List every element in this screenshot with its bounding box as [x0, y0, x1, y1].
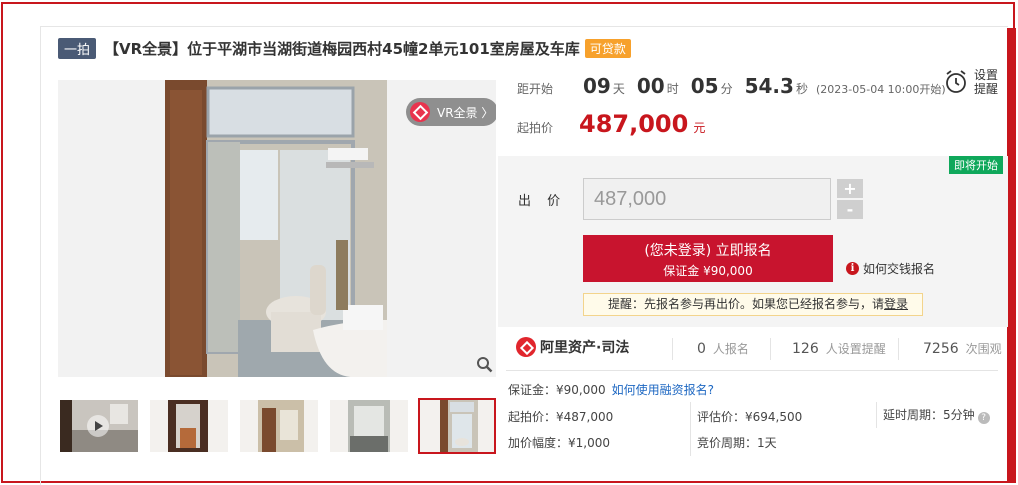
stats-divider: [672, 338, 673, 360]
view-count-number: 7256: [923, 341, 959, 357]
deposit-amount: 保证金：¥90,000: [508, 383, 606, 397]
reminder-count-label: 人设置提醒: [825, 342, 886, 356]
start-price-row: 起拍价 487,000 元: [517, 110, 705, 138]
view-count: 7256 次围观: [923, 340, 1002, 357]
reminder-text: 提醒：先报名参与再出价。如果您已经报名参与，请: [608, 297, 885, 311]
countdown-days: 09: [583, 74, 611, 98]
auction-round-tag: 一拍: [58, 37, 97, 59]
how-to-pay-link[interactable]: i 如何交钱报名: [846, 260, 935, 277]
auction-title: 【VR全景】位于平湖市当湖街道梅园西村45幢2单元101室房屋及车库: [104, 39, 580, 58]
countdown-seconds: 54.3: [744, 74, 794, 98]
magnifier-icon[interactable]: [476, 356, 493, 377]
signup-count: 0 人报名: [697, 340, 749, 357]
alarm-clock-icon: [946, 70, 966, 93]
delay-period-text: 延时周期：5分钟: [883, 408, 975, 422]
countdown-days-unit: 天: [612, 82, 625, 96]
thumbnail-2[interactable]: [150, 400, 228, 452]
ali-logo-icon: [516, 337, 536, 357]
start-price-value: 487,000: [579, 110, 689, 138]
register-deposit-label: 保证金 ¥90,000: [663, 264, 753, 278]
signup-count-label: 人报名: [712, 342, 749, 356]
reminder-count-number: 126: [792, 341, 819, 357]
countdown-hours-unit: 时: [666, 82, 679, 96]
auction-start-time: (2023-05-04 10:00开始): [815, 83, 946, 96]
reminder-label-line2: 提醒: [974, 82, 999, 96]
countdown-hours: 00: [636, 74, 665, 98]
stats-divider: [770, 338, 771, 360]
start-price-unit: 元: [693, 121, 706, 135]
detail-bid-increment: 加价幅度：¥1,000: [508, 436, 610, 450]
auction-title-row: 一拍 【VR全景】位于平湖市当湖街道梅园西村45幢2单元101室房屋及车库 可贷…: [58, 37, 631, 59]
thumbnail-4[interactable]: [330, 400, 408, 452]
view-count-label: 次围观: [965, 342, 1002, 356]
bid-amount-input[interactable]: [583, 178, 831, 220]
detail-delay-period: 延时周期：5分钟?: [883, 406, 990, 424]
reminder-count: 126 人设置提醒: [792, 340, 886, 357]
thumbnail-strip: [58, 398, 498, 454]
help-question-icon[interactable]: ?: [977, 412, 990, 424]
detail-divider: [690, 402, 691, 456]
decrease-bid-button[interactable]: -: [837, 200, 863, 219]
deposit-row: 保证金：¥90,000 如何使用融资报名?: [508, 381, 714, 398]
page-edge-bar: [1007, 28, 1016, 483]
reminder-label-line1: 设置: [974, 68, 999, 82]
countdown-label: 距开始: [517, 82, 554, 96]
vr-logo-icon: [410, 102, 430, 122]
stats-separator: [506, 370, 998, 371]
status-badge: 即将开始: [949, 156, 1003, 174]
thumbnail-5[interactable]: [418, 398, 496, 454]
countdown-minutes-unit: 分: [720, 82, 733, 96]
countdown-row: 距开始 09 天 00 时 05 分 54.3 秒 (2023-05-04 10…: [517, 74, 946, 104]
ali-brand-text: 阿里资产·司法: [540, 340, 630, 356]
detail-bid-cycle: 竞价周期：1天: [697, 436, 777, 450]
countdown-seconds-unit: 秒: [795, 82, 808, 96]
loan-available-badge: 可贷款: [584, 38, 631, 58]
how-to-pay-label: 如何交钱报名: [863, 262, 936, 276]
increase-bid-button[interactable]: +: [837, 179, 863, 198]
bid-label: 出 价: [518, 194, 567, 209]
detail-appraisal-price: 评估价：¥694,500: [697, 410, 803, 424]
vr-panorama-button[interactable]: VR全景 〉: [406, 98, 496, 126]
vr-panorama-label: VR全景 〉: [437, 105, 494, 120]
financing-signup-link[interactable]: 如何使用融资报名?: [612, 383, 714, 397]
set-reminder-button[interactable]: 设置 提醒: [944, 68, 1002, 96]
thumbnail-3[interactable]: [240, 400, 318, 452]
ali-assets-logo: 阿里资产·司法: [516, 337, 629, 357]
register-button[interactable]: (您未登录) 立即报名 保证金 ¥90,000: [583, 235, 833, 282]
register-button-label: (您未登录) 立即报名: [644, 243, 772, 259]
login-reminder: 提醒：先报名参与再出价。如果您已经报名参与，请登录: [583, 293, 923, 316]
info-icon: i: [846, 262, 859, 275]
countdown-minutes: 05: [690, 74, 719, 98]
stats-divider: [898, 338, 899, 360]
start-price-label: 起拍价: [517, 121, 554, 135]
signup-count-number: 0: [697, 341, 706, 357]
detail-start-price: 起拍价：¥487,000: [508, 410, 614, 424]
main-photo[interactable]: VR全景 〉: [58, 80, 496, 377]
login-link[interactable]: 登录: [884, 297, 908, 311]
detail-divider: [876, 402, 877, 428]
play-video-icon: [87, 415, 109, 437]
thumbnail-1[interactable]: [60, 400, 138, 452]
